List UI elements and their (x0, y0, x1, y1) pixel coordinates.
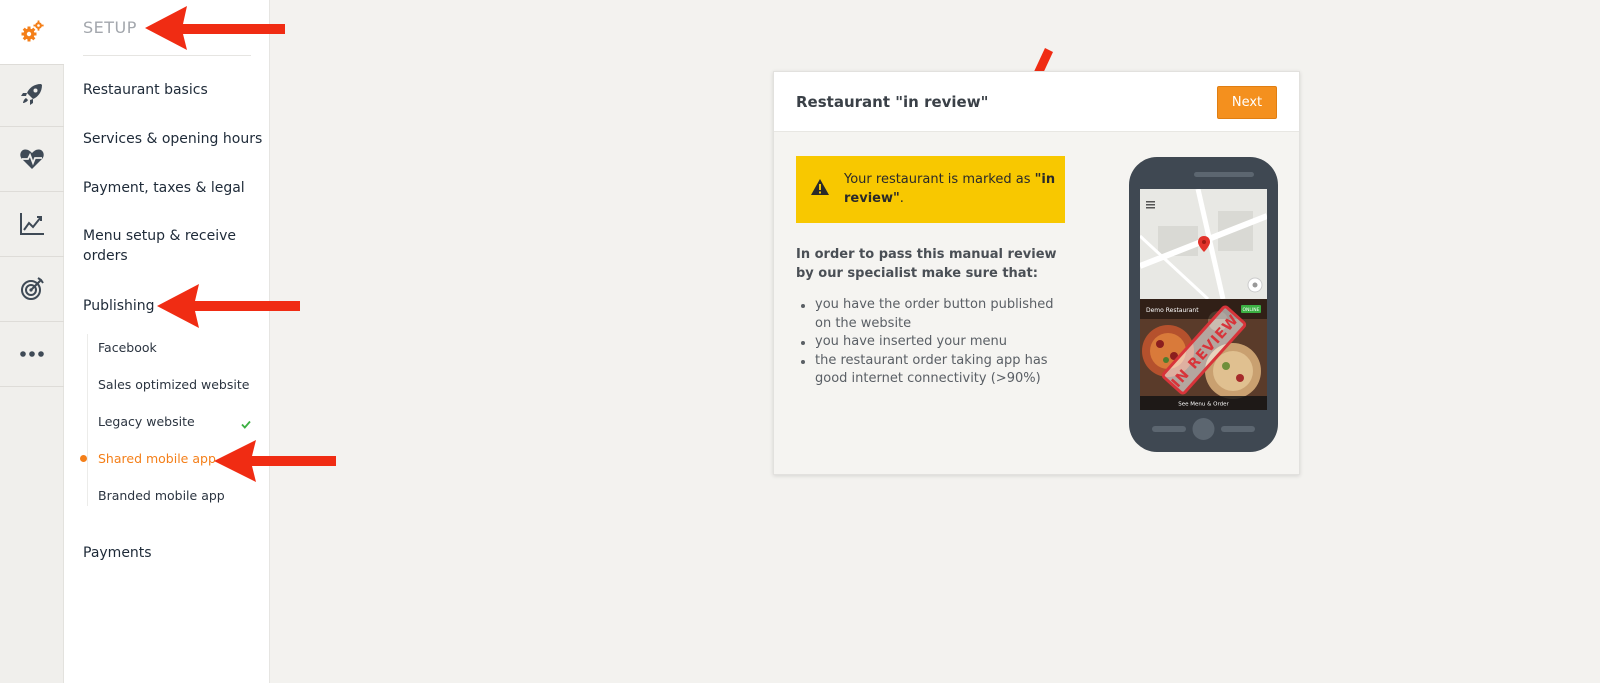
warning-suffix: . (899, 191, 904, 206)
subnav-rail (87, 334, 88, 506)
phone-speaker (1194, 172, 1254, 177)
sidebar-item-payments[interactable]: Payments (83, 543, 263, 563)
rail-item-marketing[interactable] (0, 257, 64, 322)
gears-icon (18, 18, 46, 46)
subnav-item-branded-mobile-app[interactable]: Branded mobile app (98, 487, 258, 505)
chart-line-icon (19, 212, 45, 236)
phone-restaurant-name: Demo Restaurant (1146, 307, 1199, 314)
sidebar-item-menu-setup[interactable]: Menu setup & receive orders (83, 226, 243, 266)
phone-status-badge: ONLINE (1243, 307, 1260, 313)
warning-prefix: Your restaurant is marked as (844, 172, 1035, 187)
review-checklist: you have the order button published on t… (796, 296, 1071, 389)
in-review-warning: Your restaurant is marked as "in review"… (796, 156, 1065, 223)
sidebar-item-services-hours[interactable]: Services & opening hours (83, 129, 263, 149)
annotation-arrow-shared-mobile-app (214, 440, 336, 482)
rocket-icon (19, 81, 45, 107)
icon-rail (0, 0, 64, 683)
review-intro: In order to pass this manual review by o… (796, 247, 1057, 281)
active-indicator-dot (80, 455, 87, 462)
card-header: Restaurant "in review" Next (774, 72, 1299, 132)
annotation-arrow-setup (145, 6, 285, 50)
card-title: Restaurant "in review" (796, 93, 989, 111)
phone-cta-label: See Menu & Order (1178, 402, 1229, 408)
subnav-item-sales-website[interactable]: Sales optimized website (98, 376, 258, 394)
warning-icon (810, 178, 830, 200)
annotation-arrow-publishing (157, 284, 300, 328)
subnav-item-legacy-website[interactable]: Legacy website (98, 413, 258, 431)
next-button[interactable]: Next (1217, 86, 1277, 119)
phone-preview-illustration: Demo Restaurant ONLINE IN REVIEW See Men… (1129, 157, 1278, 452)
sidebar-item-payment-taxes-legal[interactable]: Payment, taxes & legal (83, 178, 263, 198)
divider (83, 55, 251, 56)
checklist-item: the restaurant order taking app has good… (796, 352, 1071, 389)
subnav-item-facebook[interactable]: Facebook (98, 339, 258, 357)
more-icon (19, 350, 45, 358)
heart-pulse-icon (19, 147, 45, 171)
checklist-item: you have inserted your menu (796, 333, 1071, 352)
phone-home-button (1192, 418, 1215, 440)
rail-item-setup[interactable] (0, 0, 64, 65)
warning-message: Your restaurant is marked as "in review"… (844, 170, 1056, 208)
rail-item-more[interactable] (0, 322, 64, 387)
rail-item-health[interactable] (0, 127, 64, 192)
rail-item-launch[interactable] (0, 62, 64, 127)
setup-sidebar: SETUP Restaurant basics Services & openi… (64, 0, 270, 683)
rail-item-reports[interactable] (0, 192, 64, 257)
review-card: Restaurant "in review" Next Your restaur… (773, 71, 1300, 475)
sidebar-section-title: SETUP (83, 18, 137, 37)
sidebar-item-restaurant-basics[interactable]: Restaurant basics (83, 80, 263, 100)
target-icon (19, 276, 45, 302)
checklist-item: you have the order button published on t… (796, 296, 1071, 333)
check-icon (241, 414, 251, 433)
